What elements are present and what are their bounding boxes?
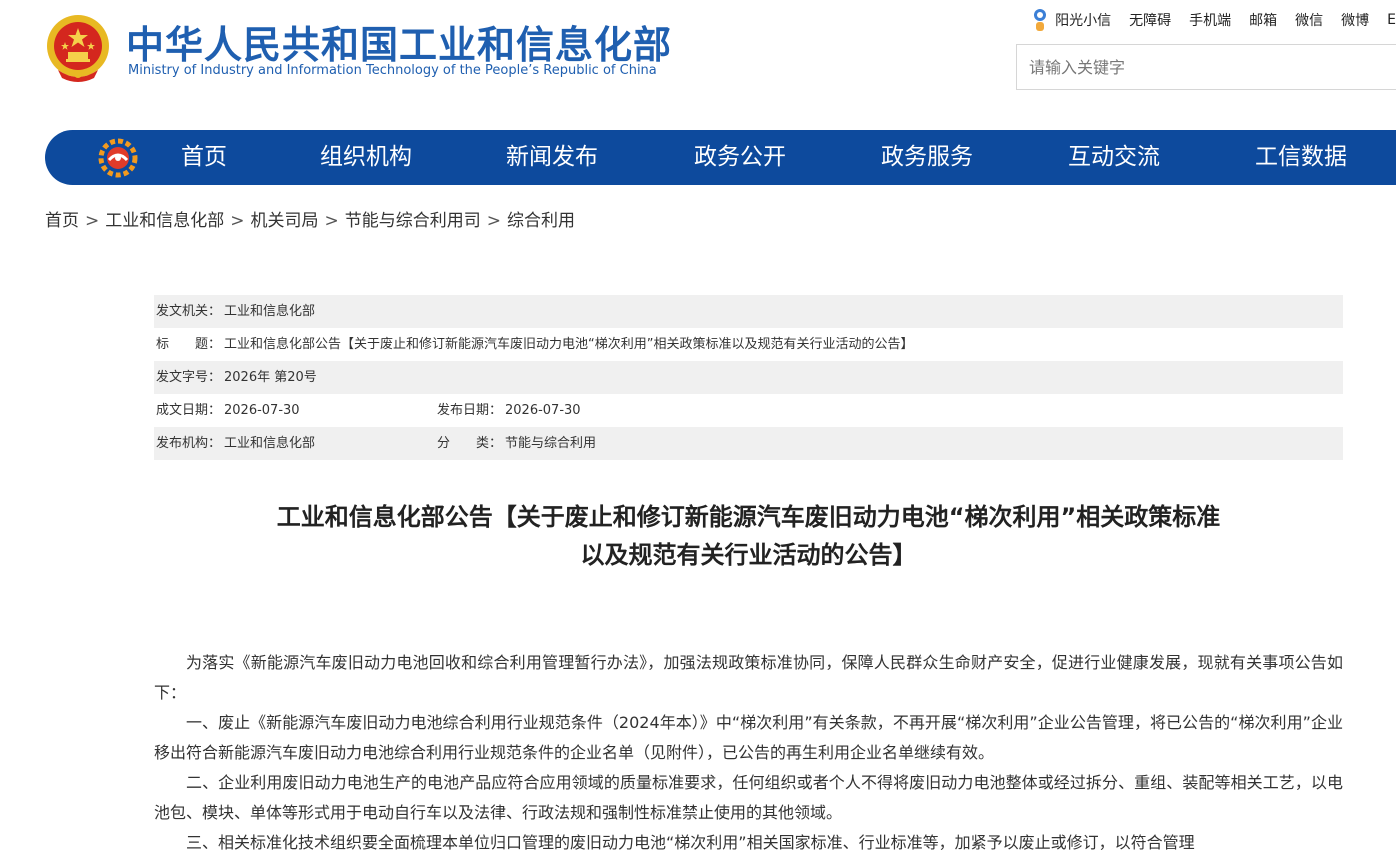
publisher-value: 工业和信息化部: [224, 436, 316, 451]
site-title[interactable]: 中华人民共和国工业和信息化部: [126, 14, 672, 69]
doc-no-value: 2026年 第20号: [224, 370, 317, 385]
info-row-publisher: 发布机构： 工业和信息化部 分 类： 节能与综合利用: [154, 427, 1343, 460]
nav-item-services[interactable]: 政务服务: [881, 130, 973, 185]
document-info-table: 发文机关： 工业和信息化部 标 题： 工业和信息化部公告【关于废止和修订新能源汽…: [154, 295, 1343, 460]
breadcrumb-departments[interactable]: 机关司局: [251, 211, 319, 231]
miit-logo-icon[interactable]: [98, 138, 138, 178]
nav-item-data[interactable]: 工信数据: [1255, 130, 1347, 185]
title-label: 标 题：: [156, 337, 222, 352]
article-title-line: 工业和信息化部公告【关于废止和修订新能源汽车废旧动力电池“梯次利用”相关政策标准: [276, 503, 1221, 531]
search-box: [1016, 44, 1396, 90]
date-published-value: 2026-07-30: [505, 403, 581, 418]
nav-item-organization[interactable]: 组织机构: [320, 130, 412, 185]
breadcrumb-separator: >: [85, 211, 100, 231]
breadcrumb: 首页 > 工业和信息化部 > 机关司局 > 节能与综合利用司 > 综合利用: [45, 206, 575, 231]
category-value: 节能与综合利用: [505, 436, 597, 451]
issuer-label: 发文机关：: [156, 304, 222, 319]
top-link-accessibility[interactable]: 无障碍: [1129, 10, 1171, 30]
publisher-label: 发布机构：: [156, 436, 222, 451]
date-written-label: 成文日期：: [156, 403, 222, 418]
article-paragraph: 为落实《新能源汽车废旧动力电池回收和综合利用管理暂行办法》，加强法规政策标准协同…: [154, 653, 1343, 702]
top-link-mobile[interactable]: 手机端: [1189, 10, 1231, 30]
date-published-label: 发布日期：: [437, 403, 503, 418]
article-paragraph: 三、相关标准化技术组织要全面梳理本单位归口管理的废旧动力电池“梯次利用”相关国家…: [186, 833, 1195, 852]
top-link-mail[interactable]: 邮箱: [1249, 10, 1277, 30]
nav-item-government-affairs[interactable]: 政务公开: [694, 130, 786, 185]
breadcrumb-ministry[interactable]: 工业和信息化部: [105, 211, 224, 231]
info-row-title: 标 题： 工业和信息化部公告【关于废止和修订新能源汽车废旧动力电池“梯次利用”相…: [154, 328, 1343, 361]
national-emblem-icon: [47, 15, 109, 82]
breadcrumb-separator: >: [230, 211, 245, 231]
nav-item-interaction[interactable]: 互动交流: [1068, 130, 1160, 185]
top-link-wechat[interactable]: 微信: [1295, 10, 1323, 30]
date-written-value: 2026-07-30: [224, 403, 300, 418]
mascot-icon: [1034, 9, 1047, 31]
title-value: 工业和信息化部公告【关于废止和修订新能源汽车废旧动力电池“梯次利用”相关政策标准…: [224, 337, 914, 352]
article-body: 为落实《新能源汽车废旧动力电池回收和综合利用管理暂行办法》，加强法规政策标准协同…: [154, 648, 1343, 858]
article-paragraph: 一、废止《新能源汽车废旧动力电池综合利用行业规范条件（2024年本）》中“梯次利…: [154, 713, 1343, 762]
article-paragraph: 二、企业利用废旧动力电池生产的电池产品应符合应用领域的质量标准要求，任何组织或者…: [154, 773, 1343, 822]
breadcrumb-energy-dept[interactable]: 节能与综合利用司: [345, 211, 481, 231]
top-links: 阳光小信 无障碍 手机端 邮箱 微信 微博 E: [1031, 8, 1396, 32]
top-link-weibo[interactable]: 微博: [1341, 10, 1369, 30]
breadcrumb-separator: >: [324, 211, 339, 231]
info-row-dates: 成文日期： 2026-07-30 发布日期： 2026-07-30: [154, 394, 1343, 427]
search-input[interactable]: [1017, 45, 1396, 89]
nav-item-news[interactable]: 新闻发布: [506, 130, 598, 185]
issuer-value: 工业和信息化部: [224, 304, 316, 319]
breadcrumb-current[interactable]: 综合利用: [507, 211, 575, 231]
top-link-sunshine[interactable]: 阳光小信: [1031, 8, 1111, 32]
main-nav: 首页 组织机构 新闻发布 政务公开 政务服务 互动交流 工信数据: [45, 130, 1396, 185]
info-row-doc-no: 发文字号： 2026年 第20号: [154, 361, 1343, 394]
breadcrumb-home[interactable]: 首页: [45, 211, 79, 231]
article-title: 工业和信息化部公告【关于废止和修订新能源汽车废旧动力电池“梯次利用”相关政策标准…: [154, 498, 1343, 574]
nav-item-home[interactable]: 首页: [181, 130, 227, 185]
site-subtitle: Ministry of Industry and Information Tec…: [128, 63, 657, 78]
top-link-english[interactable]: E: [1387, 12, 1396, 28]
info-row-issuer: 发文机关： 工业和信息化部: [154, 295, 1343, 328]
category-label: 分 类：: [437, 436, 503, 451]
doc-no-label: 发文字号：: [156, 370, 222, 385]
top-link-label: 阳光小信: [1055, 13, 1112, 29]
breadcrumb-separator: >: [486, 211, 501, 231]
article-title-line: 以及规范有关行业活动的公告】: [580, 541, 917, 569]
